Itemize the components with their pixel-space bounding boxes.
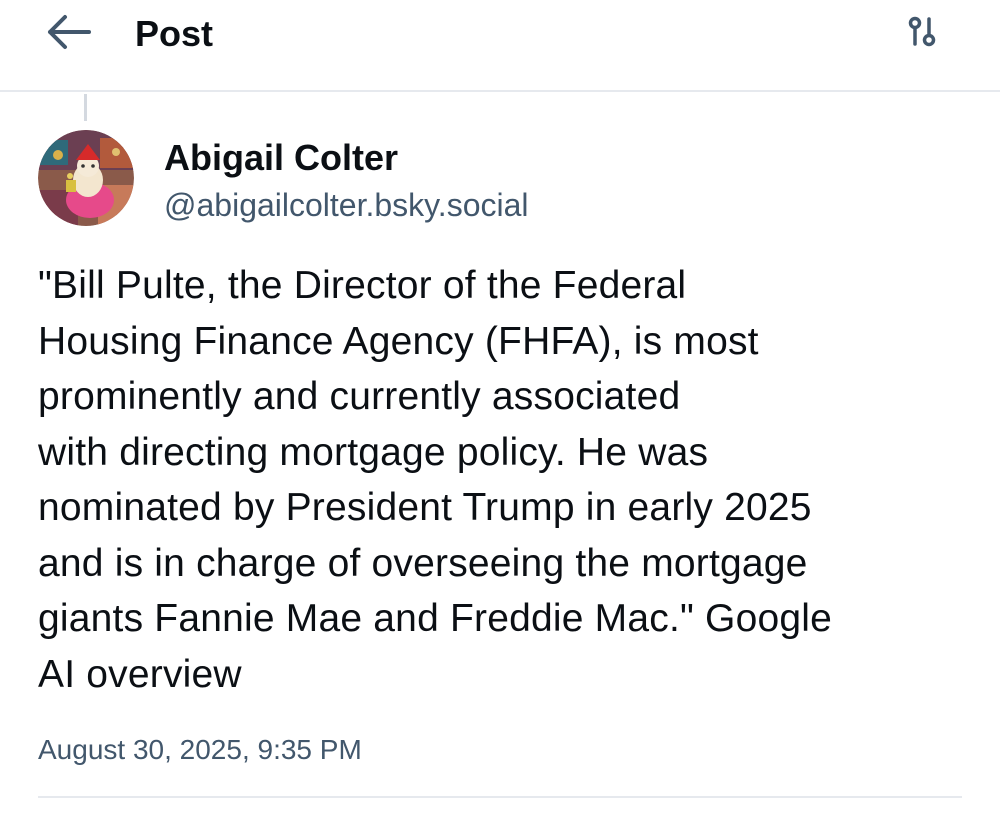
avatar[interactable] (38, 130, 134, 226)
post-body-text: "Bill Pulte, the Director of the Federal… (38, 264, 833, 696)
arrow-left-icon (45, 14, 91, 55)
author-handle[interactable]: @abigailcolter.bsky.social (164, 184, 529, 226)
author-display-name[interactable]: Abigail Colter (164, 136, 398, 180)
thread-connector (84, 94, 87, 121)
sliders-icon (904, 14, 940, 55)
post-timestamp: August 30, 2025, 9:35 PM (38, 734, 362, 765)
post-screen: Post Abigail Colter @abigailcolter.bsky.… (0, 0, 1000, 815)
page-title: Post (135, 13, 214, 54)
back-button[interactable] (38, 10, 98, 58)
top-bar: Post (0, 0, 1000, 92)
thread-settings-button[interactable] (896, 8, 948, 60)
divider (38, 796, 962, 798)
